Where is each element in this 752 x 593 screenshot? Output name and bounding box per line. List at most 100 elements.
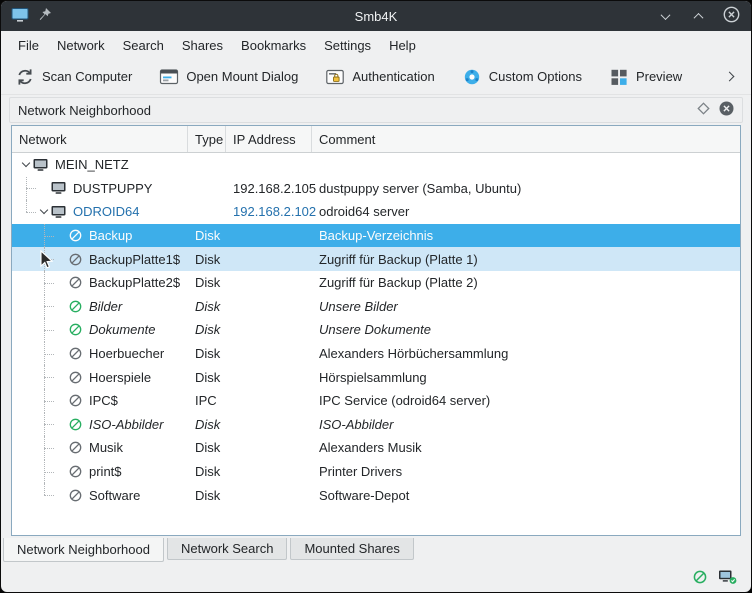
menu-network[interactable]: Network	[48, 35, 114, 56]
cell-type: Disk	[188, 318, 226, 342]
share-icon	[68, 275, 83, 290]
menu-settings[interactable]: Settings	[315, 35, 380, 56]
cell-network: MEIN_NETZ	[12, 153, 188, 177]
expander-icon[interactable]	[20, 163, 32, 166]
share-icon	[68, 393, 83, 408]
column-header-type[interactable]: Type	[188, 126, 226, 152]
cell-ip-address	[226, 342, 312, 366]
tab-mounted-shares[interactable]: Mounted Shares	[290, 538, 413, 560]
custom-options-icon	[462, 67, 482, 87]
dock-close-icon	[719, 101, 734, 119]
maximize-button[interactable]	[689, 7, 707, 25]
custom-options-button[interactable]: Custom Options	[462, 67, 582, 87]
app-icon	[11, 7, 29, 26]
cell-type: Disk	[188, 460, 226, 484]
table-row[interactable]: ISO-AbbilderDiskISO-Abbilder	[12, 413, 740, 437]
column-header-comment[interactable]: Comment	[312, 126, 740, 152]
cell-type	[188, 200, 226, 224]
tree-guide	[44, 424, 54, 425]
cell-comment: Printer Drivers	[312, 460, 740, 484]
column-header-network[interactable]: Network	[12, 126, 188, 152]
menu-shares[interactable]: Shares	[173, 35, 232, 56]
table-row[interactable]: HoerspieleDiskHörspielsammlung	[12, 365, 740, 389]
tree-guide	[44, 236, 54, 237]
authentication-button[interactable]: Authentication	[325, 67, 434, 87]
tree-guide	[44, 259, 54, 260]
cell-network: Dokumente	[12, 318, 188, 342]
mounted-share-icon	[68, 299, 83, 314]
scan-computer-button[interactable]: Scan Computer	[15, 67, 132, 87]
table-row[interactable]: BackupDiskBackup-Verzeichnis	[12, 224, 740, 248]
menu-search[interactable]: Search	[114, 35, 173, 56]
item-name: IPC$	[89, 393, 118, 408]
tab-network-neighborhood[interactable]: Network Neighborhood	[3, 538, 164, 562]
titlebar[interactable]: Smb4K	[1, 1, 751, 31]
preview-button[interactable]: Preview	[609, 67, 682, 87]
cell-comment: Unsere Bilder	[312, 295, 740, 319]
cell-network: ODROID64	[12, 200, 188, 224]
statusbar	[1, 562, 751, 592]
cell-ip-address	[226, 271, 312, 295]
toolbar-overflow-button[interactable]	[722, 69, 737, 84]
float-icon	[697, 102, 710, 118]
cell-network: Software	[12, 483, 188, 507]
menu-file[interactable]: File	[9, 35, 48, 56]
dock-close-button[interactable]	[719, 101, 734, 119]
cell-comment: ISO-Abbilder	[312, 413, 740, 437]
tree-guide	[44, 401, 54, 402]
item-name: Hoerbuecher	[89, 346, 164, 361]
cell-comment: Alexanders Hörbüchersammlung	[312, 342, 740, 366]
cell-type	[188, 153, 226, 177]
cell-ip-address	[226, 365, 312, 389]
table-row[interactable]: DUSTPUPPY192.168.2.105dustpuppy server (…	[12, 177, 740, 201]
open-mount-dialog-button[interactable]: Open Mount Dialog	[159, 67, 298, 87]
network-status-icon	[718, 569, 737, 585]
cell-ip-address	[226, 436, 312, 460]
table-row[interactable]: print$Disk Printer Drivers	[12, 460, 740, 484]
table-row[interactable]: BackupPlatte1$DiskZugriff für Backup (Pl…	[12, 247, 740, 271]
cell-comment: Alexanders Musik	[312, 436, 740, 460]
table-row[interactable]: SoftwareDiskSoftware-Depot	[12, 483, 740, 507]
column-header-ip-address[interactable]: IP Address	[226, 126, 312, 152]
tab-network-search[interactable]: Network Search	[167, 538, 287, 560]
menu-help[interactable]: Help	[380, 35, 425, 56]
tree-guide	[26, 212, 36, 213]
minimize-button[interactable]	[656, 7, 674, 25]
cell-network: print$	[12, 460, 188, 484]
server-icon	[50, 204, 67, 220]
close-button[interactable]	[722, 7, 740, 25]
tree-guide	[44, 330, 54, 331]
cell-type: Disk	[188, 436, 226, 460]
bottom-tabs: Network NeighborhoodNetwork SearchMounte…	[3, 538, 749, 562]
item-name: Backup	[89, 228, 132, 243]
cell-comment: Software-Depot	[312, 483, 740, 507]
table-row[interactable]: HoerbuecherDiskAlexanders Hörbüchersamml…	[12, 342, 740, 366]
table-row[interactable]: MEIN_NETZ	[12, 153, 740, 177]
toolbar: Scan Computer Open Mount Dialog Authentica…	[1, 59, 751, 95]
cell-type: Disk	[188, 224, 226, 248]
table-body: MEIN_NETZDUSTPUPPY192.168.2.105dustpuppy…	[12, 153, 740, 535]
share-icon	[68, 346, 83, 361]
cell-comment: odroid64 server	[312, 200, 740, 224]
table-row[interactable]: BackupPlatte2$DiskZugriff für Backup (Pl…	[12, 271, 740, 295]
chevron-right-icon	[725, 72, 735, 82]
preview-icon	[609, 67, 629, 87]
mounted-share-icon	[68, 417, 83, 432]
item-name: Dokumente	[89, 322, 155, 337]
table-row[interactable]: MusikDiskAlexanders Musik	[12, 436, 740, 460]
table-row[interactable]: ODROID64192.168.2.102odroid64 server	[12, 200, 740, 224]
cell-network: IPC$	[12, 389, 188, 413]
share-icon	[68, 440, 83, 455]
table-row[interactable]: DokumenteDiskUnsere Dokumente	[12, 318, 740, 342]
menu-bookmarks[interactable]: Bookmarks	[232, 35, 315, 56]
expander-icon[interactable]	[38, 210, 50, 213]
cell-ip-address	[226, 224, 312, 248]
table-row[interactable]: BilderDiskUnsere Bilder	[12, 295, 740, 319]
cell-network: Backup	[12, 224, 188, 248]
scan-icon	[15, 67, 35, 87]
cell-ip-address	[226, 483, 312, 507]
cell-type: IPC	[188, 389, 226, 413]
dock-float-button[interactable]	[697, 102, 710, 118]
table-row[interactable]: IPC$IPCIPC Service (odroid64 server)	[12, 389, 740, 413]
dock-header: Network Neighborhood	[9, 97, 743, 123]
